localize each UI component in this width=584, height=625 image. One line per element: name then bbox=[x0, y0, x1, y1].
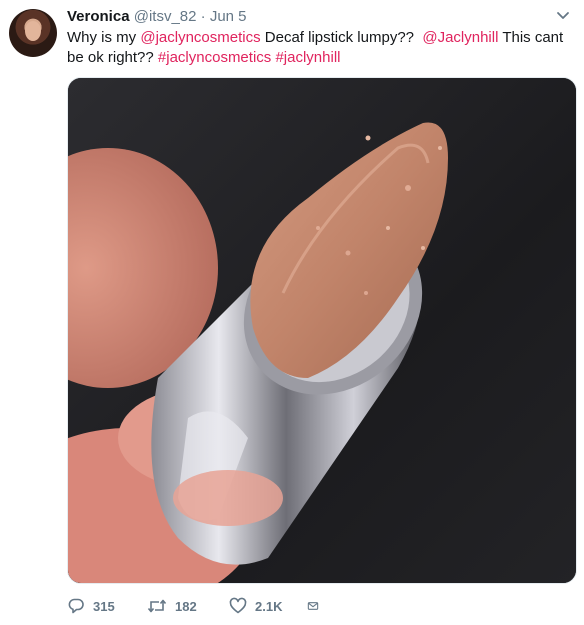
mention-link[interactable]: @jaclyncosmetics bbox=[140, 29, 260, 46]
reply-button[interactable]: 315 bbox=[67, 597, 147, 615]
tweet-text-segment: Why is my bbox=[67, 29, 141, 46]
lipstick-photo bbox=[68, 78, 576, 583]
user-handle[interactable]: @itsv_82 bbox=[134, 8, 197, 25]
hashtag-link[interactable]: #jaclynhill bbox=[275, 49, 340, 66]
mention-link[interactable]: @Jaclynhill bbox=[422, 29, 498, 46]
user-name[interactable]: Veronica bbox=[67, 8, 130, 25]
reply-icon bbox=[68, 598, 84, 614]
tweet-photo[interactable] bbox=[67, 77, 577, 584]
tweet-actions: 315 182 2.1K bbox=[67, 596, 327, 616]
tweet-header: Veronica @itsv_82 · Jun 5 bbox=[67, 8, 247, 26]
retweet-count: 182 bbox=[175, 598, 197, 614]
tweet-date[interactable]: Jun 5 bbox=[210, 8, 247, 25]
tweet-card: Veronica @itsv_82 · Jun 5 Why is my @jac… bbox=[0, 0, 584, 625]
like-count: 2.1K bbox=[255, 598, 283, 614]
avatar[interactable] bbox=[9, 9, 57, 57]
retweet-button[interactable]: 182 bbox=[147, 597, 229, 615]
tweet-text-segment: Decaf lipstick lumpy?? bbox=[260, 29, 423, 46]
envelope-icon bbox=[307, 602, 319, 610]
separator-dot: · bbox=[200, 8, 206, 25]
heart-icon bbox=[229, 597, 247, 614]
direct-message-button[interactable] bbox=[307, 597, 327, 615]
reply-count: 315 bbox=[93, 598, 115, 614]
hashtag-link[interactable]: #jaclyncosmetics bbox=[158, 49, 271, 66]
tweet-text: Why is my @jaclyncosmetics Decaf lipstic… bbox=[67, 28, 567, 68]
retweet-icon bbox=[147, 599, 167, 613]
chevron-down-icon[interactable] bbox=[556, 8, 570, 22]
like-button[interactable]: 2.1K bbox=[229, 597, 307, 615]
